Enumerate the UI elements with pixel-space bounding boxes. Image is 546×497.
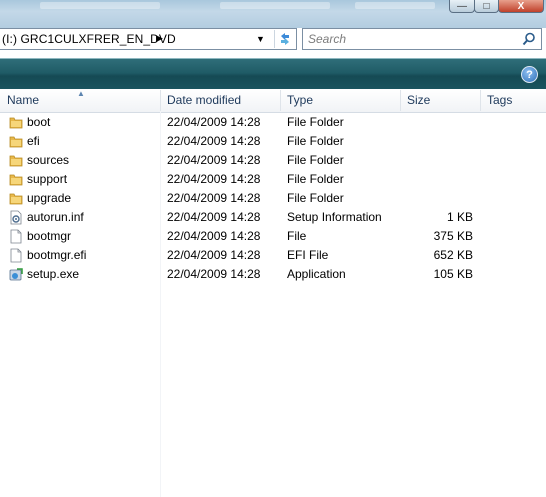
- file-name: autorun.inf: [27, 210, 84, 224]
- folder-icon: [9, 174, 23, 186]
- address-dropdown-icon[interactable]: ▼: [256, 34, 265, 44]
- file-size: 105 KB: [433, 267, 473, 281]
- help-button[interactable]: ?: [521, 66, 538, 83]
- file-name: bootmgr.efi: [27, 248, 87, 262]
- file-name: boot: [27, 115, 51, 129]
- file-row[interactable]: setup.exe 22/04/2009 14:28 Application 1…: [0, 265, 546, 284]
- file-icon: [10, 248, 22, 263]
- file-type: File Folder: [287, 191, 344, 205]
- file-date: 22/04/2009 14:28: [167, 134, 261, 148]
- file-size: 1 KB: [446, 210, 473, 224]
- address-bar[interactable]: (I:) GRC1CULXFRER_EN_DVD ▶ ▼: [0, 28, 297, 50]
- file-row[interactable]: support 22/04/2009 14:28 File Folder: [0, 170, 546, 189]
- setup-info-icon: [10, 210, 22, 225]
- column-header-tags[interactable]: Tags: [480, 89, 546, 112]
- column-header-row: ▲ Name Date modified Type Size Tags: [0, 89, 546, 113]
- background-window-ghost: [220, 2, 330, 9]
- file-type: File Folder: [287, 153, 344, 167]
- background-window-ghost: [40, 2, 160, 9]
- file-type: File: [287, 229, 307, 243]
- folder-icon: [9, 136, 23, 148]
- file-type: Application: [287, 267, 346, 281]
- file-row[interactable]: upgrade 22/04/2009 14:28 File Folder: [0, 189, 546, 208]
- file-size: 652 KB: [433, 248, 473, 262]
- maximize-button[interactable]: □: [474, 0, 499, 13]
- file-name: support: [27, 172, 68, 186]
- file-row[interactable]: bootmgr 22/04/2009 14:28 File 375 KB: [0, 227, 546, 246]
- file-row[interactable]: sources 22/04/2009 14:28 File Folder: [0, 151, 546, 170]
- folder-icon: [9, 117, 23, 129]
- close-button[interactable]: X: [498, 0, 544, 13]
- file-type: EFI File: [287, 248, 329, 262]
- file-name: upgrade: [27, 191, 72, 205]
- file-type: Setup Information: [287, 210, 382, 224]
- background-window-ghost: [355, 2, 435, 9]
- search-icon[interactable]: [522, 32, 536, 46]
- column-header-name[interactable]: ▲ Name: [0, 89, 160, 112]
- file-name: efi: [27, 134, 40, 148]
- breadcrumb-chevron-icon[interactable]: ▶: [156, 33, 163, 44]
- setup-exe-icon: [9, 268, 23, 281]
- file-date: 22/04/2009 14:28: [167, 210, 261, 224]
- sort-ascending-icon: ▲: [77, 89, 85, 98]
- file-date: 22/04/2009 14:28: [167, 115, 261, 129]
- folder-icon: [9, 155, 23, 167]
- file-type: File Folder: [287, 115, 344, 129]
- file-name: setup.exe: [27, 267, 80, 281]
- column-header-date[interactable]: Date modified: [160, 89, 280, 112]
- column-header-type[interactable]: Type: [280, 89, 398, 112]
- file-row[interactable]: bootmgr.efi 22/04/2009 14:28 EFI File 65…: [0, 246, 546, 265]
- file-date: 22/04/2009 14:28: [167, 248, 261, 262]
- folder-icon: [9, 193, 23, 205]
- file-row[interactable]: autorun.inf 22/04/2009 14:28 Setup Infor…: [0, 208, 546, 227]
- file-icon: [10, 229, 22, 244]
- file-date: 22/04/2009 14:28: [167, 267, 261, 281]
- search-placeholder[interactable]: Search: [308, 32, 346, 46]
- address-path[interactable]: (I:) GRC1CULXFRER_EN_DVD: [2, 32, 176, 46]
- column-header-name-label: Name: [7, 93, 40, 107]
- refresh-icon: [281, 33, 289, 45]
- file-date: 22/04/2009 14:28: [167, 229, 261, 243]
- file-date: 22/04/2009 14:28: [167, 153, 261, 167]
- file-row[interactable]: efi 22/04/2009 14:28 File Folder: [0, 132, 546, 151]
- column-header-size[interactable]: Size: [400, 89, 480, 112]
- file-row[interactable]: boot 22/04/2009 14:28 File Folder: [0, 113, 546, 132]
- file-name: sources: [27, 153, 70, 167]
- file-type: File Folder: [287, 172, 344, 186]
- refresh-button[interactable]: [274, 30, 295, 48]
- search-box[interactable]: Search: [302, 28, 542, 50]
- file-type: File Folder: [287, 134, 344, 148]
- file-date: 22/04/2009 14:28: [167, 172, 261, 186]
- file-list: boot 22/04/2009 14:28 File Folder efi 22…: [0, 113, 546, 284]
- file-name: bootmgr: [27, 229, 72, 243]
- minimize-button[interactable]: —: [449, 0, 475, 13]
- file-size: 375 KB: [433, 229, 473, 243]
- title-bar: — □ X: [0, 0, 546, 28]
- file-date: 22/04/2009 14:28: [167, 191, 261, 205]
